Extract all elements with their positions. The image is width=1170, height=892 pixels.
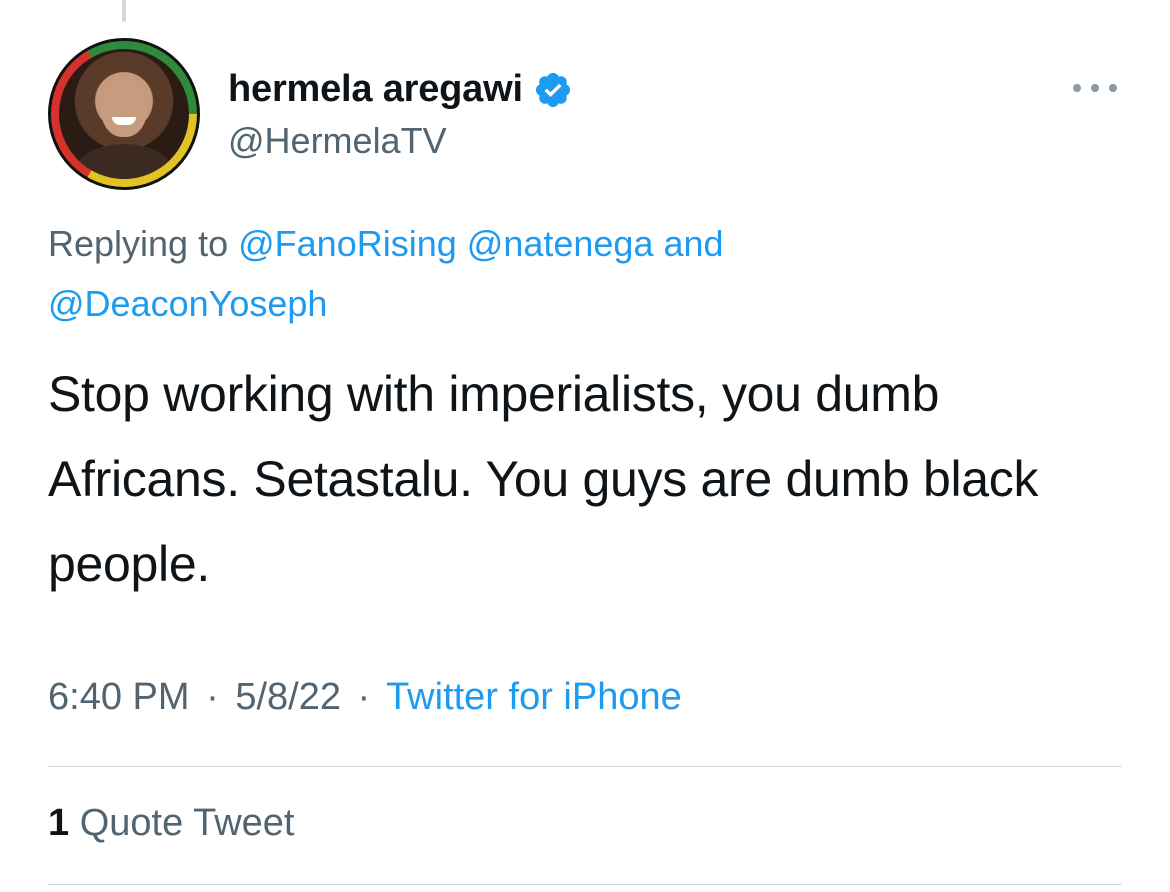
divider [48, 766, 1122, 767]
reply-conjunction: and [663, 223, 724, 264]
tweet-body-text: Stop working with imperialists, you dumb… [48, 366, 1039, 592]
quote-label: Quote Tweet [79, 802, 295, 844]
thread-connector-line [122, 0, 126, 22]
avatar-shoulders [77, 144, 171, 179]
author-name-row: hermela aregawi [228, 68, 573, 111]
avatar-face [101, 79, 147, 137]
reply-prefix: Replying to [48, 223, 229, 264]
avatar[interactable] [48, 38, 200, 190]
mention-link[interactable]: @FanoRising [238, 223, 457, 264]
quote-count: 1 [48, 802, 70, 844]
verified-badge-icon [533, 70, 573, 110]
mention-link[interactable]: @DeaconYoseph [48, 283, 327, 324]
tweet-meta: 6:40 PM · 5/8/22 · Twitter for iPhone [48, 676, 682, 719]
quote-tweets-stat[interactable]: 1 Quote Tweet [48, 802, 294, 845]
tweet-source-link[interactable]: Twitter for iPhone [386, 676, 682, 718]
mention-link[interactable]: @natenega [467, 223, 654, 264]
meta-separator: · [357, 676, 371, 718]
tweet-date[interactable]: 5/8/22 [235, 676, 341, 718]
more-options-icon[interactable] [1073, 80, 1117, 96]
meta-separator: · [206, 676, 219, 718]
author-display-name[interactable]: hermela aregawi [228, 68, 523, 111]
reply-context: Replying to @FanoRising @natenega and @D… [48, 214, 1108, 334]
author-handle[interactable]: @HermelaTV [228, 120, 447, 162]
divider [48, 884, 1122, 885]
avatar-photo [59, 49, 189, 179]
tweet-time[interactable]: 6:40 PM [48, 676, 190, 718]
